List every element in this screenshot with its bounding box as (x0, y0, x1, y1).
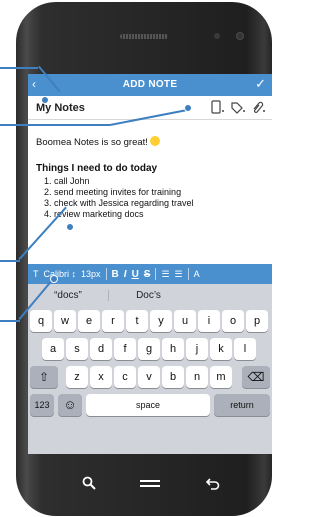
key[interactable]: q (30, 310, 52, 332)
divider (155, 268, 157, 280)
list-item: review marketing docs (54, 209, 266, 220)
font-select[interactable]: Calibri ↕ (44, 269, 77, 279)
intro-text: Boomea Notes is so great! (36, 137, 148, 148)
callout-dot (66, 223, 74, 231)
note-tools (210, 100, 266, 114)
italic-button[interactable]: I (124, 269, 127, 280)
font-size-select[interactable]: 13px (81, 269, 101, 279)
numbered-list-icon[interactable]: ☰ (175, 269, 183, 280)
key[interactable]: i (198, 310, 220, 332)
key[interactable]: f (114, 338, 136, 360)
home-icon[interactable] (140, 476, 160, 493)
key[interactable]: k (210, 338, 232, 360)
key[interactable]: j (186, 338, 208, 360)
note-intro-line: Boomea Notes is so great! (36, 136, 266, 149)
key[interactable]: z (66, 366, 88, 388)
key[interactable]: w (54, 310, 76, 332)
bold-button[interactable]: B (112, 269, 119, 280)
list-item: call John (54, 176, 266, 187)
tag-icon[interactable] (230, 100, 246, 114)
text-style-icon[interactable]: T (33, 269, 39, 279)
todo-list: call John send meeting invites for train… (54, 176, 266, 220)
key[interactable]: m (210, 366, 232, 388)
key[interactable]: y (150, 310, 172, 332)
space-key[interactable]: space (86, 394, 210, 416)
bulleted-list-icon[interactable]: ☰ (161, 269, 169, 280)
key-row-4: 123 ☺ space return (28, 394, 272, 416)
key-row-1: q w e r t y u i o p (28, 310, 272, 332)
callout-dot (41, 96, 49, 104)
note-heading: Things I need to do today (36, 163, 158, 174)
key[interactable]: h (162, 338, 184, 360)
strikethrough-button[interactable]: S (144, 269, 151, 280)
divider (105, 268, 107, 280)
key[interactable]: s (66, 338, 88, 360)
key[interactable]: c (114, 366, 136, 388)
divider (187, 268, 189, 280)
suggestion-bar: “docs” Doc’s (28, 284, 272, 306)
key[interactable]: a (42, 338, 64, 360)
underline-button[interactable]: U (132, 269, 139, 280)
callout-dot (50, 275, 58, 283)
notebook-icon[interactable] (210, 100, 226, 114)
on-screen-keyboard: “docs” Doc’s q w e r t y u i o p a s d f (28, 284, 272, 454)
suggestion-item[interactable]: Doc’s (108, 289, 188, 301)
emoji-key-icon[interactable]: ☺ (58, 394, 82, 416)
back-icon[interactable] (205, 476, 220, 493)
sensor (214, 33, 220, 39)
callout-line (0, 124, 110, 126)
attachment-icon[interactable] (250, 100, 266, 114)
key-row-3: ⇧ z x c v b n m ⌫ (28, 366, 272, 388)
key[interactable]: t (126, 310, 148, 332)
font-color-button[interactable]: A (194, 269, 200, 279)
shift-key-icon[interactable]: ⇧ (30, 366, 58, 388)
numbers-key[interactable]: 123 (30, 394, 54, 416)
speaker-grille (120, 34, 168, 39)
callout-dot (184, 104, 192, 112)
smiley-emoji-icon (149, 136, 160, 146)
callout-line (0, 67, 38, 69)
key[interactable]: l (234, 338, 256, 360)
key[interactable]: n (186, 366, 208, 388)
key[interactable]: u (174, 310, 196, 332)
search-icon[interactable] (82, 476, 96, 493)
key[interactable]: p (246, 310, 268, 332)
delete-key-icon[interactable]: ⌫ (242, 366, 270, 388)
key[interactable]: b (162, 366, 184, 388)
return-key[interactable]: return (214, 394, 270, 416)
system-nav-bar (28, 470, 272, 500)
list-item: send meeting invites for training (54, 187, 266, 198)
callout-line (0, 260, 20, 262)
page-title: ADD NOTE (122, 79, 178, 90)
key[interactable]: o (222, 310, 244, 332)
key[interactable]: e (78, 310, 100, 332)
format-toolbar: T Calibri ↕ 13px B I U S ☰ ☰ A (28, 264, 272, 284)
screen: ‹ ADD NOTE ✓ My Notes Boomea Notes is so… (28, 74, 272, 454)
note-body[interactable]: Boomea Notes is so great! Things I need … (36, 126, 266, 220)
key[interactable]: x (90, 366, 112, 388)
key[interactable]: d (90, 338, 112, 360)
callout-line (0, 320, 20, 322)
key[interactable]: r (102, 310, 124, 332)
key[interactable]: v (138, 366, 160, 388)
phone-frame: ‹ ADD NOTE ✓ My Notes Boomea Notes is so… (16, 2, 272, 516)
front-camera (236, 32, 244, 40)
list-item: check with Jessica regarding travel (54, 198, 266, 209)
app-bar: ‹ ADD NOTE ✓ (28, 74, 272, 96)
save-check-icon[interactable]: ✓ (255, 76, 266, 92)
key[interactable]: g (138, 338, 160, 360)
key-row-2: a s d f g h j k l (28, 338, 272, 360)
